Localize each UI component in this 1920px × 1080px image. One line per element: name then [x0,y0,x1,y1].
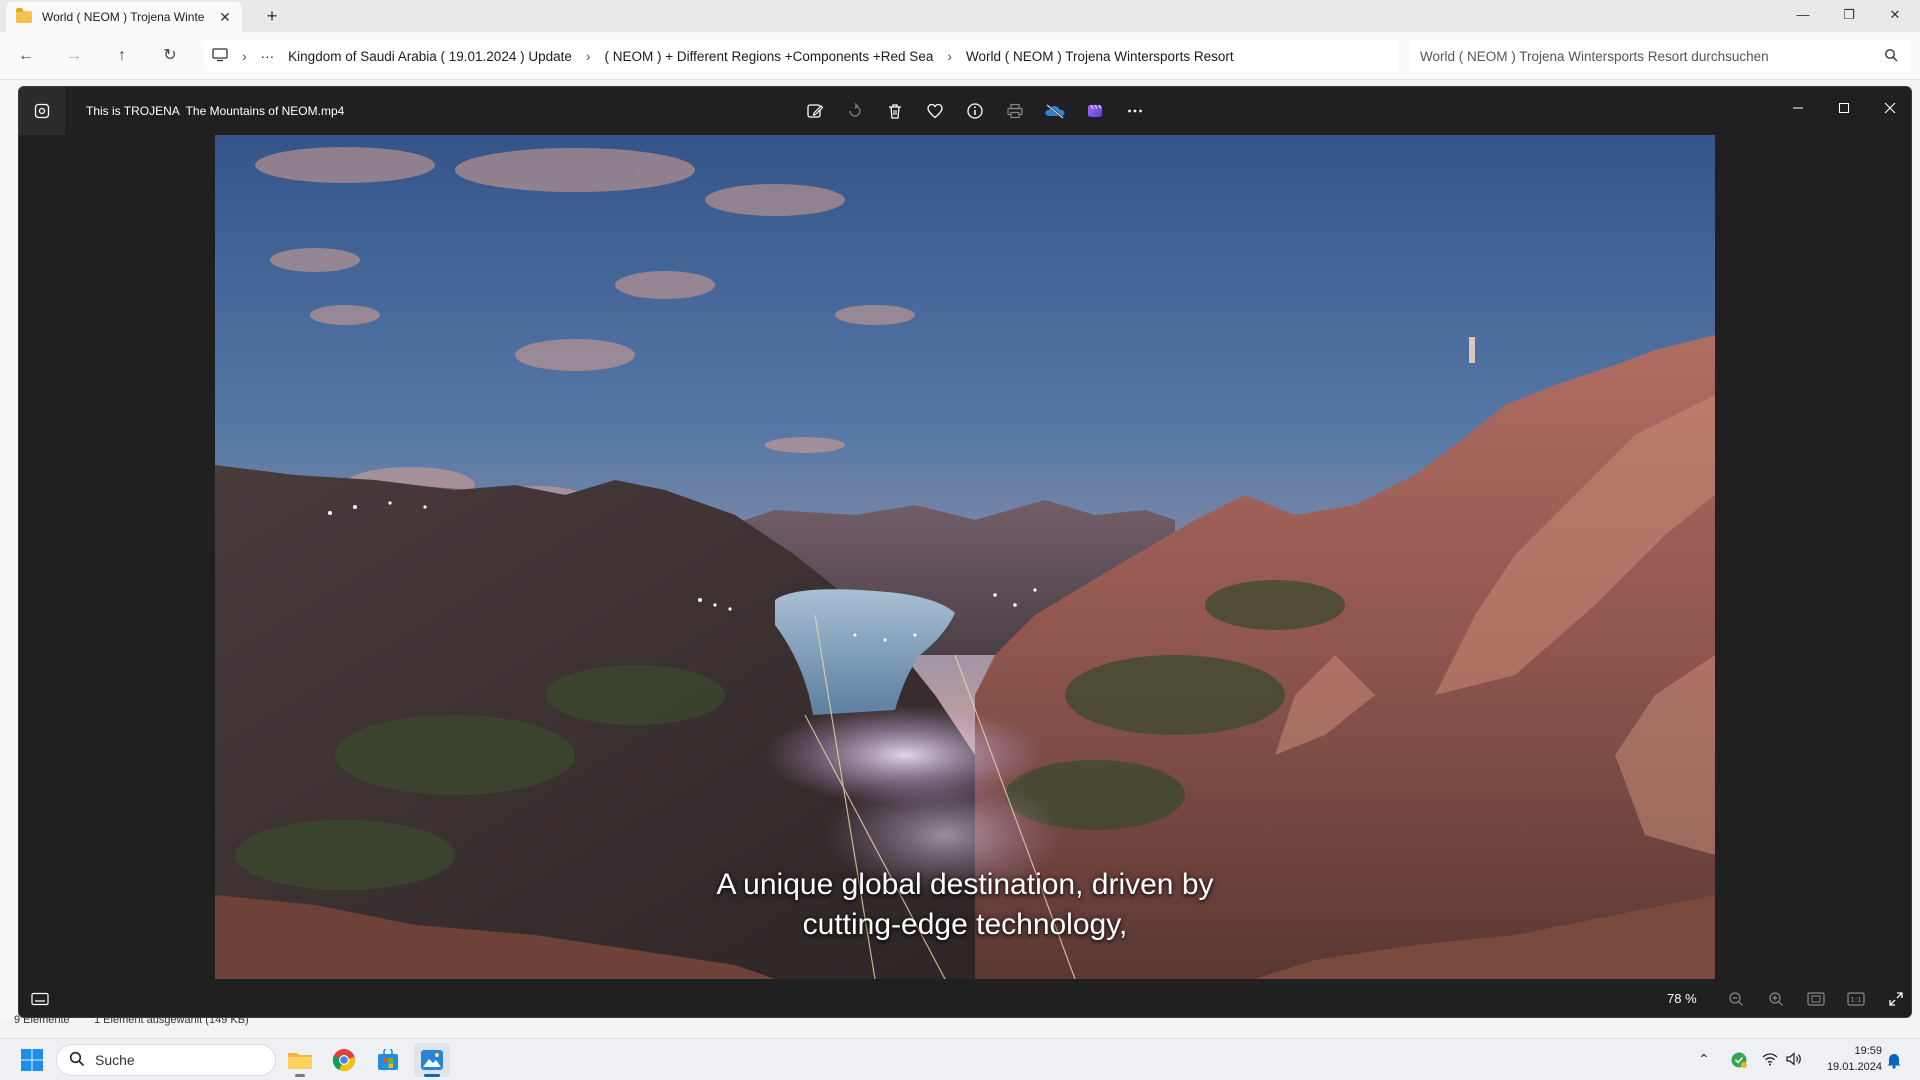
up-button[interactable]: ↑ [110,44,134,68]
breadcrumb-item[interactable]: Kingdom of Saudi Arabia ( 19.01.2024 ) U… [288,49,572,64]
taskbar-clock[interactable]: 19:59 19.01.2024 [1812,1043,1882,1075]
viewer-close-button[interactable] [1867,93,1911,123]
windows-start-icon[interactable] [20,1048,44,1072]
taskbar: Suche ⌃ 19:59 19.01.2024 [0,1038,1920,1080]
navigation-pane [0,80,18,1020]
filmstrip-icon[interactable] [27,987,53,1011]
video-frame[interactable]: A unique global destination, driven by c… [215,135,1715,979]
viewer-file-title: This is TROJENA The Mountains of NEOM.mp… [86,104,345,118]
taskbar-search-box[interactable]: Suche [56,1044,276,1076]
minimize-button[interactable]: — [1780,0,1826,30]
chevron-up-icon[interactable]: ⌃ [1698,1051,1710,1068]
onedrive-icon[interactable] [1035,97,1075,125]
explorer-tab-title: World ( NEOM ) Trojena Winte [42,10,205,24]
full-screen-icon[interactable] [1883,987,1909,1011]
chevron-right-icon: › [585,48,591,64]
chevron-right-icon: › [947,48,953,64]
viewer-bottom-bar: 78 % 1:1 [19,979,1911,1017]
explorer-tab[interactable]: World ( NEOM ) Trojena Winte ✕ [6,2,242,32]
print-icon[interactable] [995,97,1035,125]
viewer-toolbar [795,97,1155,125]
store-taskbar-icon[interactable] [370,1043,406,1077]
breadcrumb-item[interactable]: ( NEOM ) + Different Regions +Components… [605,49,934,64]
explorer-tab-strip: World ( NEOM ) Trojena Winte ✕ + — ❐ ✕ [0,0,1920,32]
more-crumbs-icon[interactable]: ··· [261,49,275,64]
photos-taskbar-icon[interactable] [414,1043,450,1077]
search-placeholder: World ( NEOM ) Trojena Wintersports Reso… [1420,48,1769,64]
delete-icon[interactable] [875,97,915,125]
forward-button[interactable]: → [62,44,86,68]
photos-app-icon[interactable] [19,87,65,135]
breadcrumb[interactable]: › ··· Kingdom of Saudi Arabia ( 19.01.20… [204,40,1399,72]
subtitle-line: A unique global destination, driven by [716,868,1214,901]
security-icon[interactable] [1730,1051,1748,1074]
clock-time: 19:59 [1854,1045,1882,1057]
chevron-right-icon: › [242,48,247,64]
taskbar-search-label: Suche [95,1052,135,1068]
monitor-icon[interactable] [212,47,228,65]
media-viewer-window: This is TROJENA The Mountains of NEOM.mp… [18,86,1912,1018]
clipchamp-icon[interactable] [1075,97,1115,125]
video-subtitle: A unique global destination, driven by c… [215,865,1715,945]
zoom-in-icon[interactable] [1763,987,1789,1011]
wifi-icon[interactable] [1762,1052,1778,1071]
video-picture [215,135,1715,979]
breadcrumb-item[interactable]: World ( NEOM ) Trojena Wintersports Reso… [966,49,1234,64]
back-button[interactable]: ← [14,44,38,68]
viewer-minimize-button[interactable] [1775,93,1821,123]
close-tab-icon[interactable]: ✕ [216,9,234,26]
favorite-icon[interactable] [915,97,955,125]
actual-size-icon[interactable]: 1:1 [1843,987,1869,1011]
zoom-out-icon[interactable] [1723,987,1749,1011]
folder-icon [16,8,32,23]
search-icon [1884,48,1898,65]
edit-icon[interactable] [795,97,835,125]
viewer-title-bar: This is TROJENA The Mountains of NEOM.mp… [19,87,1911,135]
restore-button[interactable]: ❐ [1826,0,1872,30]
new-tab-button[interactable]: + [260,4,284,28]
viewer-maximize-button[interactable] [1821,93,1867,123]
refresh-button[interactable]: ↻ [158,44,182,68]
notification-bell-icon[interactable] [1886,1051,1902,1074]
chrome-taskbar-icon[interactable] [326,1043,362,1077]
file-explorer-taskbar-icon[interactable] [282,1043,318,1077]
rotate-icon[interactable] [835,97,875,125]
search-icon [69,1051,85,1070]
volume-icon[interactable] [1786,1052,1802,1071]
fit-to-window-icon[interactable] [1803,987,1829,1011]
more-icon[interactable] [1115,97,1155,125]
info-icon[interactable] [955,97,995,125]
zoom-level: 78 % [1667,991,1697,1006]
subtitle-line: cutting-edge technology, [802,908,1128,941]
close-window-button[interactable]: ✕ [1872,0,1918,30]
svg-text:1:1: 1:1 [1850,996,1861,1004]
clock-date: 19.01.2024 [1826,1061,1882,1073]
explorer-search-input[interactable]: World ( NEOM ) Trojena Wintersports Reso… [1410,40,1910,72]
explorer-nav-bar: ← → ↑ ↻ › ··· Kingdom of Saudi Arabia ( … [0,32,1920,80]
